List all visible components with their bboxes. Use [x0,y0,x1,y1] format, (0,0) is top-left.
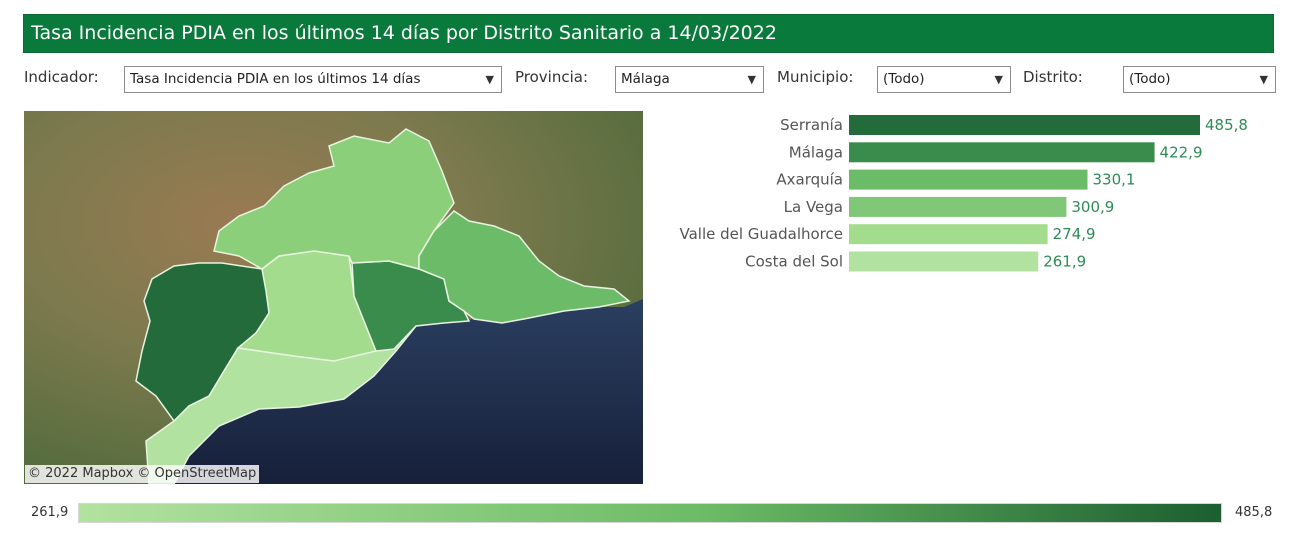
legend-min-label: 261,9 [31,505,69,520]
bar-0[interactable] [849,115,1200,135]
bar-3[interactable] [849,196,1067,217]
bar-category-label: Costa del Sol [745,253,843,271]
chevron-down-icon: ▼ [994,73,1003,86]
indicador-select-value: Tasa Incidencia PDIA en los últimos 14 d… [130,71,421,87]
indicador-label: Indicador: [24,68,99,86]
provincia-label: Provincia: [515,68,589,86]
legend-max-label: 485,8 [1235,505,1273,520]
bar-category-label: Axarquía [776,171,843,189]
chevron-down-icon: ▼ [1259,73,1268,86]
chevron-down-icon: ▼ [747,73,756,86]
bar-4[interactable] [849,224,1048,245]
distrito-select[interactable]: (Todo) ▼ [1123,66,1276,93]
municipio-select[interactable]: (Todo) ▼ [877,66,1011,93]
bar-value-label: 261,9 [1043,253,1086,271]
chevron-down-icon: ▼ [485,73,494,86]
provincia-select-value: Málaga [621,71,670,87]
bar-2[interactable] [849,169,1088,190]
map-attribution[interactable]: © 2022 Mapbox © OpenStreetMap [25,465,260,483]
bar-category-label: La Vega [784,198,843,216]
distrito-label: Distrito: [1023,68,1083,86]
bar-category-label: Serranía [780,116,843,134]
bar-chart-canvas: Serranía 485,8 Málaga 422,9 Axarquía 330,1 La … [679,115,1248,272]
bar-category-label: Málaga [789,143,843,161]
bar-1[interactable] [849,142,1155,163]
dashboard-title: Tasa Incidencia PDIA en los últimos 14 d… [23,14,1274,53]
bar-value-label: 274,9 [1053,225,1096,243]
bar-value-label: 422,9 [1160,143,1203,161]
municipio-label: Municipio: [777,68,854,86]
bar-category-label: Valle del Guadalhorce [679,225,843,243]
municipio-select-value: (Todo) [883,71,925,87]
map-canvas [24,111,643,484]
bar-value-label: 485,8 [1205,116,1248,134]
indicador-select[interactable]: Tasa Incidencia PDIA en los últimos 14 d… [124,66,502,93]
distrito-select-value: (Todo) [1129,71,1171,87]
provincia-select[interactable]: Málaga ▼ [615,66,764,93]
district-bar-chart: Serranía 485,8 Málaga 422,9 Axarquía 330,1 La … [650,111,1290,291]
bar-value-label: 300,9 [1071,198,1114,216]
bar-5[interactable] [849,251,1039,272]
bar-value-label: 330,1 [1093,171,1136,189]
district-map[interactable]: © 2022 Mapbox © OpenStreetMap [24,111,643,484]
color-legend-bar [78,503,1222,523]
